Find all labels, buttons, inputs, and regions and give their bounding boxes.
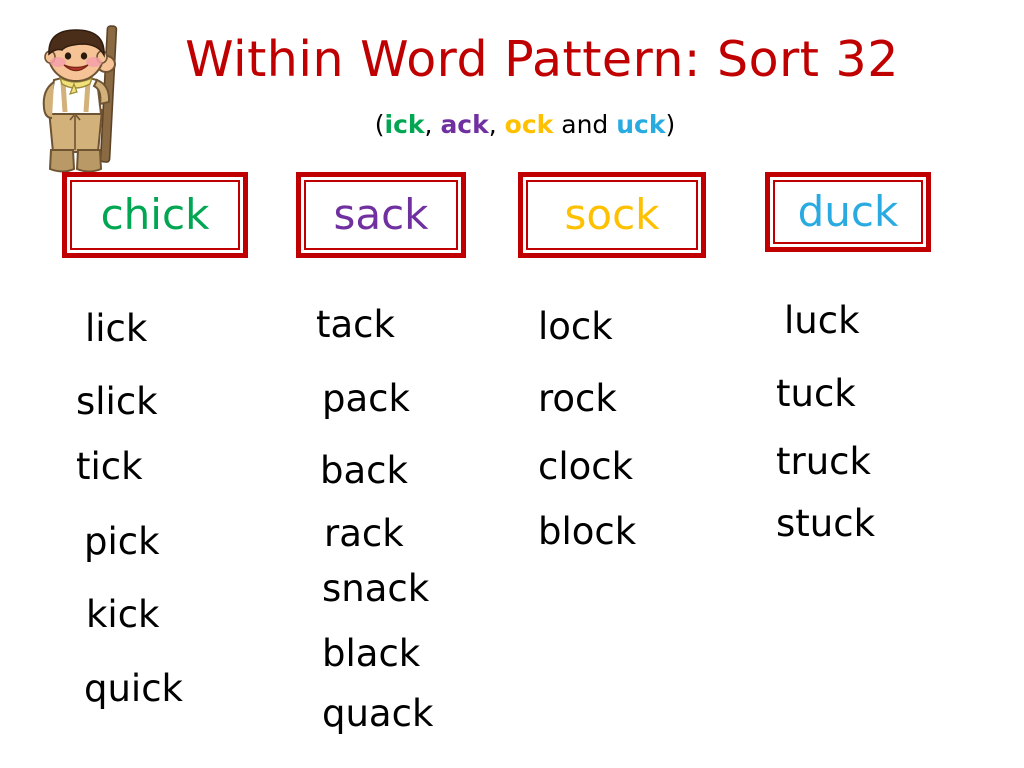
- subtitle-segment-uck: uck: [616, 110, 666, 139]
- word-truck[interactable]: truck: [776, 443, 871, 480]
- word-tack[interactable]: tack: [316, 306, 395, 343]
- header-box-duck[interactable]: duck: [765, 172, 931, 252]
- subtitle-conjunction: and: [553, 110, 617, 139]
- word-quick[interactable]: quick: [84, 670, 183, 707]
- word-clock[interactable]: clock: [538, 448, 633, 485]
- word-black[interactable]: black: [322, 635, 420, 672]
- word-lick[interactable]: lick: [85, 310, 147, 347]
- header-box-sock[interactable]: sock: [518, 172, 706, 258]
- header-box-chick[interactable]: chick: [62, 172, 248, 258]
- subtitle-segment-ock: ock: [504, 110, 554, 139]
- header-box-label-sock: sock: [564, 190, 660, 239]
- word-block[interactable]: block: [538, 513, 636, 550]
- word-luck[interactable]: luck: [784, 302, 860, 339]
- word-snack[interactable]: snack: [322, 570, 429, 607]
- page-title: Within Word Pattern: Sort 32: [185, 31, 899, 88]
- word-pack[interactable]: pack: [322, 380, 410, 417]
- subtitle-close-paren: ): [665, 110, 676, 139]
- word-rock[interactable]: rock: [538, 380, 617, 417]
- subtitle-segment-ack: ack: [440, 110, 489, 139]
- subtitle-separator-2: ,: [488, 110, 505, 139]
- header-box-label-sack: sack: [333, 190, 429, 239]
- word-slick[interactable]: slick: [76, 383, 158, 420]
- word-tick[interactable]: tick: [76, 448, 143, 485]
- subtitle-segment-ick: ick: [384, 110, 425, 139]
- subtitle-open-paren: (: [374, 110, 385, 139]
- subtitle: (ick, ack, ock and uck): [0, 110, 1024, 139]
- header-box-sack[interactable]: sack: [296, 172, 466, 258]
- word-quack[interactable]: quack: [322, 695, 433, 732]
- word-stuck[interactable]: stuck: [776, 505, 875, 542]
- word-back[interactable]: back: [320, 452, 408, 489]
- word-rack[interactable]: rack: [324, 515, 404, 552]
- word-lock[interactable]: lock: [538, 308, 613, 345]
- word-tuck[interactable]: tuck: [776, 375, 856, 412]
- header-box-label-chick: chick: [100, 190, 210, 239]
- word-kick[interactable]: kick: [86, 596, 159, 633]
- word-pick[interactable]: pick: [84, 523, 160, 560]
- subtitle-separator-1: ,: [424, 110, 441, 139]
- header-box-label-duck: duck: [797, 187, 899, 236]
